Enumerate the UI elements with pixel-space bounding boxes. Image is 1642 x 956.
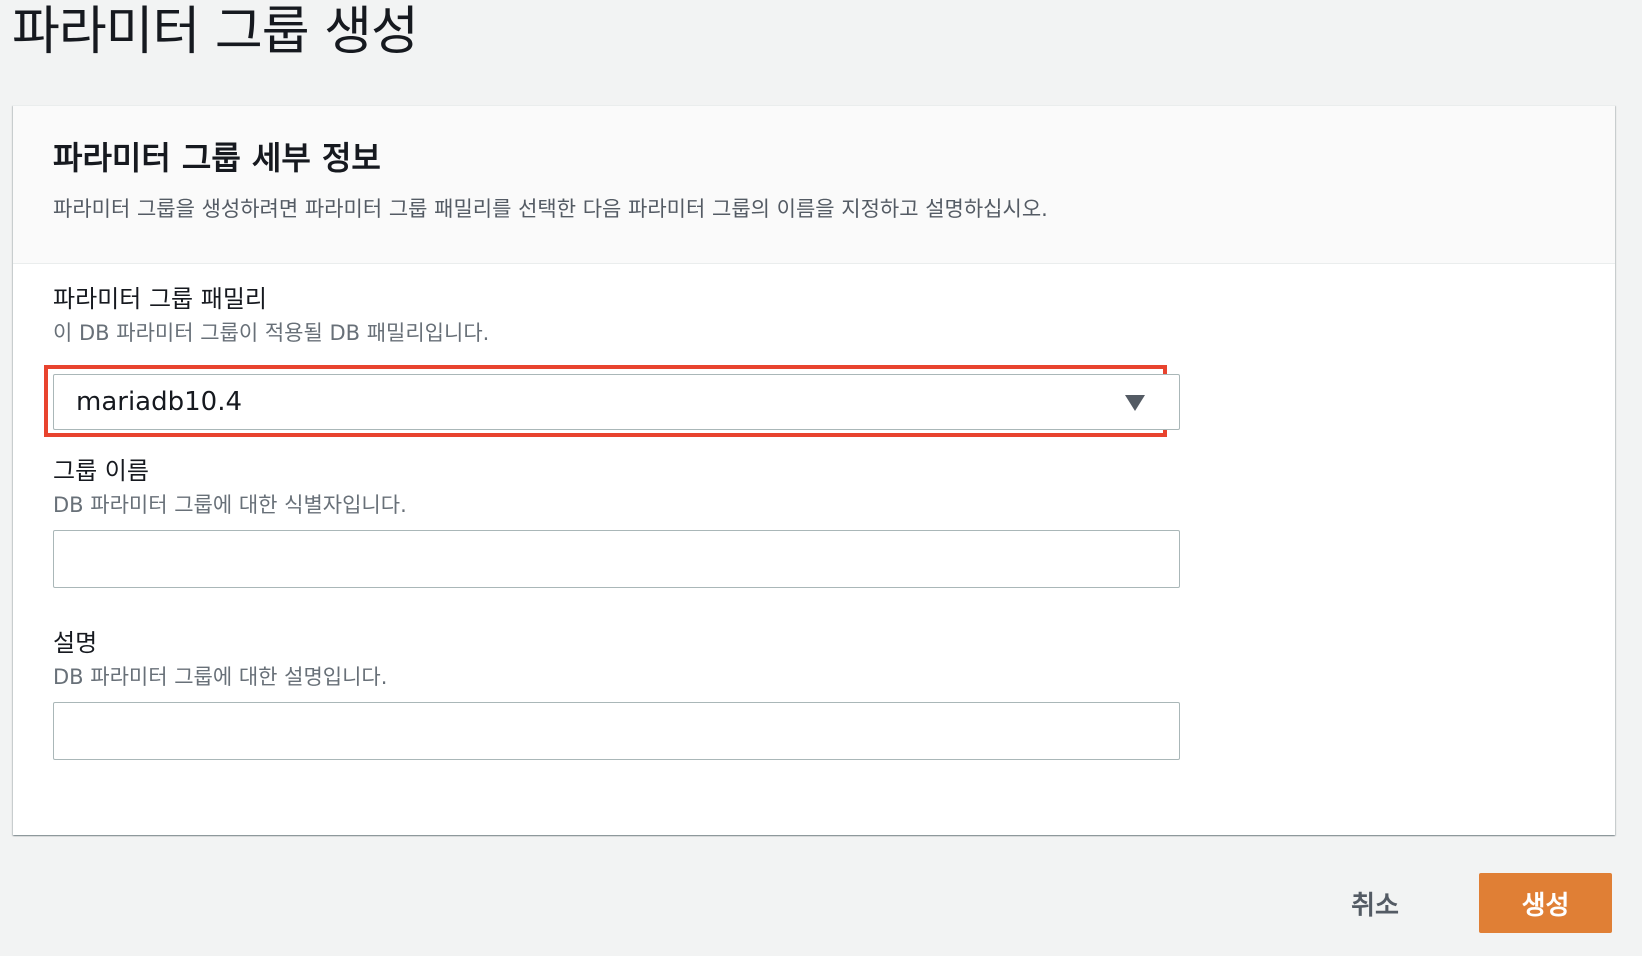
group-name-description: DB 파라미터 그룹에 대한 식별자입니다. (53, 493, 407, 517)
page-title: 파라미터 그룹 생성 (12, 2, 419, 62)
parameter-group-details-panel: 파라미터 그룹 세부 정보 파라미터 그룹을 생성하려면 파라미터 그룹 패밀리… (13, 105, 1615, 835)
family-label: 파라미터 그룹 패밀리 (53, 285, 267, 313)
panel-description: 파라미터 그룹을 생성하려면 파라미터 그룹 패밀리를 선택한 다음 파라미터 … (53, 197, 1048, 221)
family-select-value: mariadb10.4 (76, 387, 243, 417)
caret-down-icon (1125, 395, 1145, 411)
family-description: 이 DB 파라미터 그룹이 적용될 DB 패밀리입니다. (53, 321, 490, 345)
description-label: 설명 (53, 629, 98, 657)
cancel-button[interactable]: 취소 (1325, 875, 1425, 931)
create-button[interactable]: 생성 (1479, 873, 1612, 933)
group-name-label: 그룹 이름 (53, 457, 149, 485)
panel-header: 파라미터 그룹 세부 정보 파라미터 그룹을 생성하려면 파라미터 그룹 패밀리… (13, 106, 1615, 264)
family-select[interactable]: mariadb10.4 (53, 374, 1180, 430)
group-name-input[interactable] (53, 530, 1180, 588)
panel-title: 파라미터 그룹 세부 정보 (53, 139, 381, 177)
description-input[interactable] (53, 702, 1180, 760)
description-description: DB 파라미터 그룹에 대한 설명입니다. (53, 665, 388, 689)
